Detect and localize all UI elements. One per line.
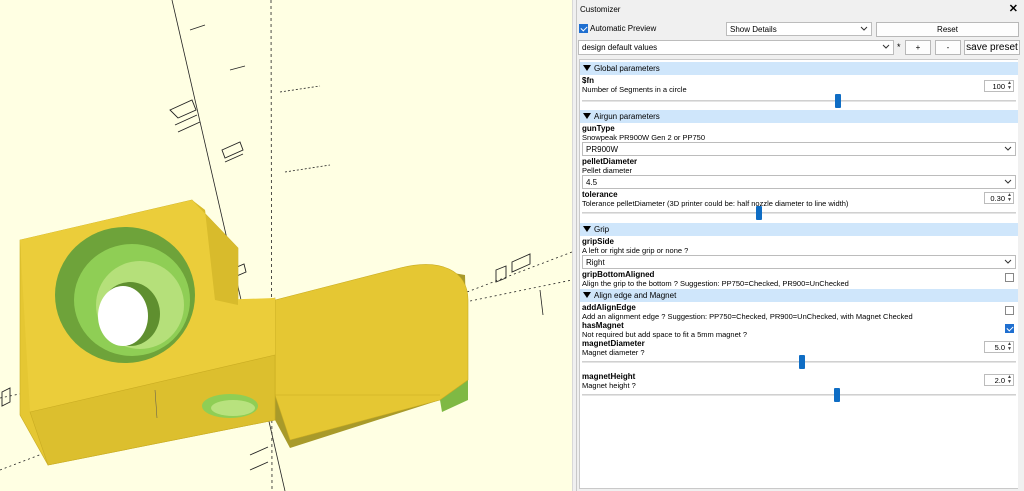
automatic-preview-checkbox[interactable] — [579, 24, 588, 33]
chevron-down-icon — [860, 26, 868, 31]
automatic-preview-label: Automatic Preview — [590, 24, 657, 33]
gripside-select[interactable]: Right — [582, 255, 1016, 269]
fn-slider-thumb[interactable] — [835, 94, 841, 108]
slider-track — [582, 394, 1016, 396]
chevron-down-icon — [1004, 146, 1012, 151]
magnetheight-spinbox[interactable]: 2.0 ▲ ▼ — [984, 374, 1014, 386]
remove-preset-button[interactable]: - — [935, 40, 961, 55]
spin-arrows-icon[interactable]: ▲ ▼ — [1007, 375, 1012, 385]
chevron-down-icon — [882, 44, 890, 49]
preview-row: Automatic Preview Show Details Reset — [577, 21, 1021, 37]
chevron-down-icon — [1004, 259, 1012, 264]
triangle-down-icon — [583, 113, 591, 119]
pelletdiameter-select[interactable]: 4.5 — [582, 175, 1016, 189]
group-align-edge-magnet[interactable]: Align edge and Magnet — [580, 289, 1018, 302]
param-name-gripbottomaligned: gripBottomAligned — [582, 270, 655, 279]
magnetheight-slider[interactable] — [582, 388, 1016, 402]
guntype-value: PR900W — [586, 145, 619, 154]
param-name-addalignedge: addAlignEdge — [582, 303, 636, 312]
reset-button[interactable]: Reset — [876, 22, 1019, 37]
parameter-list[interactable]: Global parameters $fn Number of Segments… — [579, 59, 1019, 489]
triangle-down-icon — [583, 226, 591, 232]
magnetheight-slider-thumb[interactable] — [834, 388, 840, 402]
parameter-list-scrollbar[interactable] — [1018, 59, 1023, 489]
group-airgun-parameters[interactable]: Airgun parameters — [580, 110, 1018, 123]
group-title: Global parameters — [594, 64, 660, 73]
details-select-value: Show Details — [730, 25, 777, 34]
group-title: Airgun parameters — [594, 112, 660, 121]
slider-track — [582, 100, 1016, 102]
tolerance-spinbox[interactable]: 0.30 ▲ ▼ — [984, 192, 1014, 204]
fn-slider[interactable] — [582, 94, 1016, 108]
guntype-select[interactable]: PR900W — [582, 142, 1016, 156]
param-desc-gripside: A left or right side grip or none ? — [582, 246, 689, 255]
fn-value: 100 — [992, 82, 1005, 91]
param-name-hasmagnet: hasMagnet — [582, 321, 624, 330]
3d-viewport[interactable] — [0, 0, 572, 491]
through-hole — [98, 286, 148, 346]
param-name-gripside: gripSide — [582, 237, 615, 246]
param-desc-addalignedge: Add an alignment edge ? Suggestion: PP75… — [582, 312, 913, 321]
magnetdiameter-value: 5.0 — [994, 343, 1005, 352]
details-select[interactable]: Show Details — [726, 22, 872, 36]
preset-select-value: design default values — [582, 43, 658, 52]
customizer-title: Customizer — [580, 5, 621, 14]
customizer-panel: Customizer ✕ Automatic Preview Show Deta… — [576, 0, 1024, 491]
group-title: Grip — [594, 225, 610, 234]
tolerance-value: 0.30 — [990, 194, 1005, 203]
gripbottomaligned-checkbox[interactable] — [1005, 273, 1014, 282]
tolerance-slider-thumb[interactable] — [756, 206, 762, 220]
group-title: Align edge and Magnet — [594, 291, 677, 300]
arm-top-face — [274, 264, 469, 441]
modified-marker: * — [897, 42, 901, 52]
param-desc-hasmagnet: Not required but add space to fit a 5mm … — [582, 330, 748, 339]
chevron-down-icon — [1004, 179, 1012, 184]
gripside-value: Right — [586, 258, 605, 267]
spin-arrows-icon[interactable]: ▲ ▼ — [1007, 193, 1012, 203]
param-desc-guntype: Snowpeak PR900W Gen 2 or PP750 — [582, 133, 705, 142]
model-render — [0, 0, 572, 491]
slider-track — [582, 212, 1016, 214]
fn-spinbox[interactable]: 100 ▲ ▼ — [984, 80, 1014, 92]
param-desc-gripbottomaligned: Align the grip to the bottom ? Suggestio… — [582, 279, 849, 288]
group-grip[interactable]: Grip — [580, 223, 1018, 236]
tolerance-slider[interactable] — [582, 206, 1016, 220]
preset-select[interactable]: design default values — [578, 40, 894, 55]
param-name-magnetheight: magnetHeight — [582, 372, 636, 381]
magnetdiameter-slider[interactable] — [582, 355, 1016, 369]
triangle-down-icon — [583, 65, 591, 71]
triangle-down-icon — [583, 292, 591, 298]
spin-arrows-icon[interactable]: ▲ ▼ — [1007, 81, 1012, 91]
param-name-tolerance: tolerance — [582, 190, 618, 199]
close-icon[interactable]: ✕ — [1009, 3, 1018, 16]
save-preset-button[interactable]: save preset — [964, 40, 1020, 55]
magnetdiameter-slider-thumb[interactable] — [799, 355, 805, 369]
param-desc-pelletdiameter: Pellet diameter — [582, 166, 633, 175]
param-name-magnetdiameter: magnetDiameter — [582, 339, 645, 348]
add-preset-button[interactable]: + — [905, 40, 931, 55]
param-desc-fn: Number of Segments in a circle — [582, 85, 687, 94]
magnetheight-value: 2.0 — [994, 376, 1005, 385]
group-global-parameters[interactable]: Global parameters — [580, 62, 1018, 75]
param-name-guntype: gunType — [582, 124, 615, 133]
pelletdiameter-value: 4.5 — [586, 178, 598, 187]
addalignedge-checkbox[interactable] — [1005, 306, 1014, 315]
customizer-title-bar: Customizer ✕ — [577, 3, 1021, 17]
hasmagnet-checkbox[interactable] — [1005, 324, 1014, 333]
spin-arrows-icon[interactable]: ▲ ▼ — [1007, 342, 1012, 352]
magnetdiameter-spinbox[interactable]: 5.0 ▲ ▼ — [984, 341, 1014, 353]
param-name-pelletdiameter: pelletDiameter — [582, 157, 638, 166]
param-name-fn: $fn — [582, 76, 594, 85]
